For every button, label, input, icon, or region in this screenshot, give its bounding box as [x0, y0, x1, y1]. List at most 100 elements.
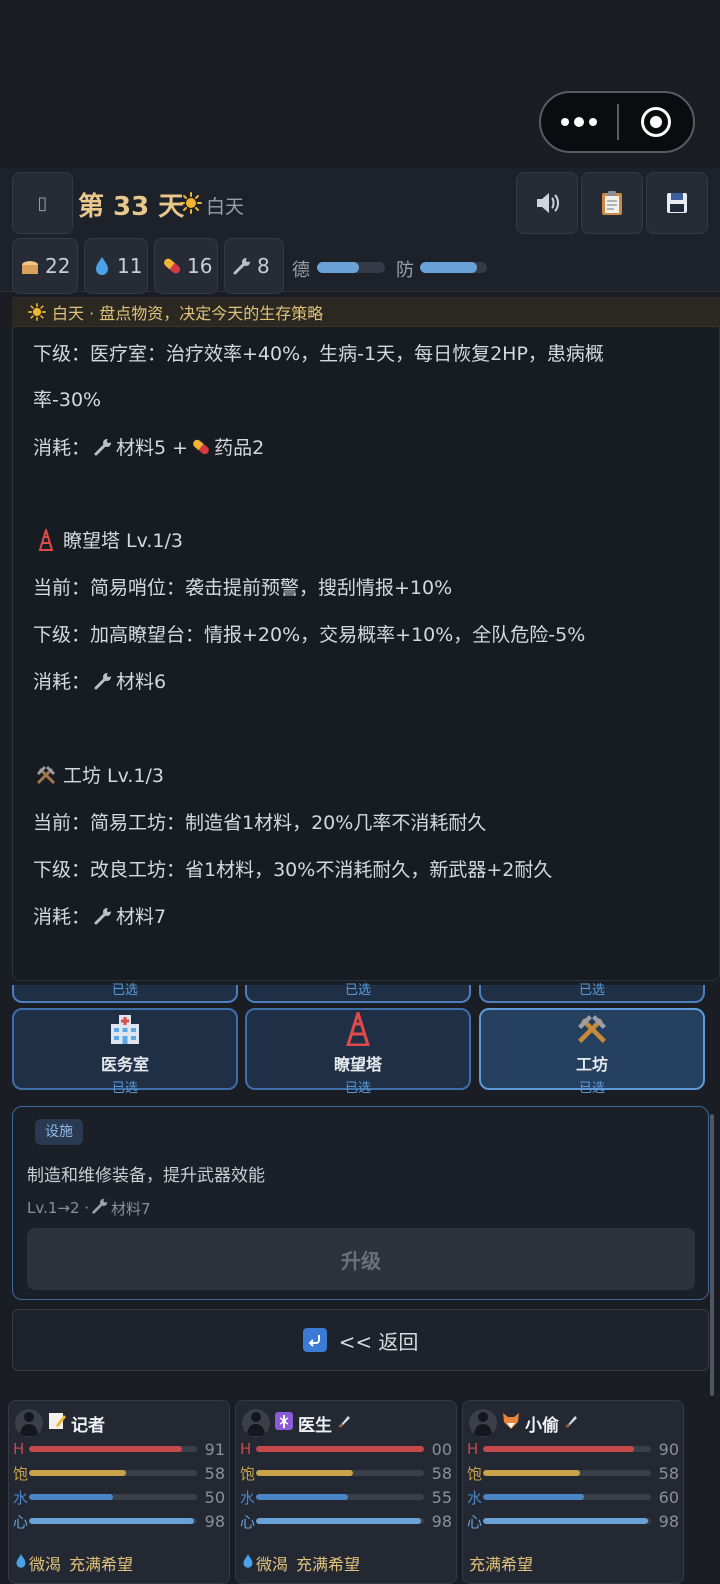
pill-icon — [161, 255, 183, 277]
facility-status: 已选 — [111, 1081, 138, 1096]
workshop-title: 工坊 Lv.1/3 — [33, 761, 164, 788]
back-label: << 返回 — [338, 1329, 419, 1354]
workshop-next: 下级：改良工坊：省1材料，30%不消耗耐久，新武器+2耐久 — [33, 859, 553, 881]
water-stat: 水 50 — [13, 1487, 225, 1507]
droplet-icon — [242, 1553, 254, 1573]
facility-stub[interactable]: 已选 — [245, 984, 471, 1003]
party-card-thief[interactable]: 小偷 H 90 饱 58 水 60 心 98 充满希望 — [462, 1400, 684, 1584]
cost-medicine: 药品2 — [214, 437, 265, 459]
stat-label: 饱 — [13, 1464, 29, 1483]
cost-prefix: 消耗： — [33, 671, 91, 693]
mood-status: 充满希望 — [296, 1555, 361, 1574]
facility-stub[interactable]: 已选 — [479, 984, 705, 1003]
facility-info-panel[interactable]: 下级：医疗室：治疗效率+40%，生病-1天，每日恢复2HP，患病概 率-30% … — [12, 327, 720, 981]
memo-icon — [48, 1412, 66, 1434]
stat-value: 91 — [204, 1439, 225, 1459]
sound-button[interactable] — [516, 172, 578, 234]
tower-cost-line: 消耗： 材料6 — [33, 667, 166, 694]
scrollbar[interactable] — [710, 1114, 714, 1396]
water-stat: 水 55 — [240, 1487, 452, 1507]
floppy-icon — [667, 193, 687, 213]
sun-icon — [180, 192, 202, 214]
avatar — [15, 1409, 43, 1437]
notice-text: 白天 · 盘点物资，决定今天的生存策略 — [52, 303, 324, 323]
party-card-doctor[interactable]: 医生 H 00 饱 58 水 55 心 98 微渴 充满希望 — [235, 1400, 457, 1584]
morality-meter — [317, 262, 385, 273]
party-card-reporter[interactable]: 记者 H 91 饱 58 水 50 心 98 微渴 充满希望 — [8, 1400, 230, 1584]
stat-value: 00 — [431, 1439, 452, 1459]
stat-label: 水 — [467, 1488, 483, 1507]
facility-card-workshop[interactable]: 工坊 已选 — [479, 1008, 705, 1096]
materials-count: 8 — [257, 254, 270, 278]
mood-status: 充满希望 — [69, 1555, 134, 1574]
hospital-icon — [107, 1011, 143, 1047]
droplet-icon — [15, 1553, 27, 1573]
water-stat: 水 60 — [467, 1487, 679, 1507]
pill-icon — [190, 436, 212, 458]
med-cost-line: 消耗： 材料5 + 药品2 — [33, 433, 264, 460]
cost-materials: 材料7 — [116, 906, 167, 928]
stat-value: 98 — [204, 1511, 225, 1531]
med-next-line-1: 下级：医疗室：治疗效率+40%，生病-1天，每日恢复2HP，患病概 — [33, 343, 604, 365]
stat-value: 50 — [204, 1487, 225, 1507]
tower-icon — [35, 528, 57, 551]
facility-card-watchtower[interactable]: 瞭望塔 已选 — [245, 1008, 471, 1096]
facility-card-infirmary[interactable]: 医务室 已选 — [12, 1008, 238, 1096]
stat-value: 98 — [658, 1511, 679, 1531]
stat-label: 水 — [240, 1488, 256, 1507]
stat-label: H — [240, 1440, 252, 1458]
avatar — [242, 1409, 270, 1437]
morality-label: 德 — [292, 260, 310, 281]
stat-label: 心 — [467, 1512, 483, 1531]
food-count: 22 — [45, 254, 71, 278]
caduceus-icon — [275, 1412, 293, 1434]
more-icon[interactable] — [541, 117, 617, 127]
mood-status: 充满希望 — [469, 1555, 534, 1574]
category-tag: 设施 — [35, 1119, 83, 1145]
save-button[interactable] — [646, 172, 708, 234]
hammer-pick-icon — [35, 764, 57, 786]
day-phase: 白天 — [206, 196, 245, 218]
facility-name: 工坊 — [575, 1055, 608, 1074]
menu-button[interactable]: ▯ — [12, 172, 73, 234]
stat-label: 心 — [240, 1512, 256, 1531]
facility-stub[interactable]: 已选 — [12, 984, 238, 1003]
tower-next: 下级：加高瞭望台：情报+20%，交易概率+10%，全队危险-5% — [33, 624, 586, 646]
cost-materials: 材料6 — [116, 671, 167, 693]
medicine-count: 16 — [187, 254, 213, 278]
stat-value: 55 — [431, 1487, 452, 1507]
log-button[interactable] — [581, 172, 643, 234]
phase-notice: 白天 · 盘点物资，决定今天的生存策略 — [12, 297, 720, 327]
defense-meter — [420, 262, 487, 273]
close-target-icon[interactable] — [619, 107, 693, 137]
level-change: Lv.1→2 · — [27, 1199, 90, 1217]
character-name: 记者 — [71, 1415, 105, 1436]
day-counter: 第 33 天 — [78, 192, 185, 222]
bread-icon — [19, 255, 41, 277]
hp-stat: H 90 — [467, 1439, 679, 1459]
stat-value: 60 — [658, 1487, 679, 1507]
cost-prefix: 消耗： — [33, 906, 91, 928]
defense-label: 防 — [396, 260, 414, 281]
stat-value: 98 — [431, 1511, 452, 1531]
mini-program-capsule — [539, 91, 695, 153]
food-stat: 饱 58 — [240, 1463, 452, 1483]
resource-medicine: 16 — [154, 238, 218, 294]
stat-value: 90 — [658, 1439, 679, 1459]
return-arrow-icon — [302, 1328, 327, 1352]
resource-food: 22 — [12, 238, 78, 294]
mind-stat: 心 98 — [467, 1511, 679, 1531]
stat-value: 58 — [658, 1463, 679, 1483]
back-button[interactable]: << 返回 — [12, 1309, 709, 1371]
clipboard-icon — [602, 191, 622, 215]
stat-label: H — [467, 1440, 479, 1458]
avatar — [469, 1409, 497, 1437]
tower-icon — [340, 1011, 376, 1047]
mind-stat: 心 98 — [13, 1511, 225, 1531]
upgrade-button[interactable]: 升级 — [27, 1228, 695, 1290]
resource-water: 11 — [84, 238, 148, 294]
wrench-icon — [91, 1197, 109, 1219]
food-stat: 饱 58 — [13, 1463, 225, 1483]
facility-name: 瞭望塔 — [333, 1055, 382, 1074]
wrench-icon — [92, 670, 114, 692]
